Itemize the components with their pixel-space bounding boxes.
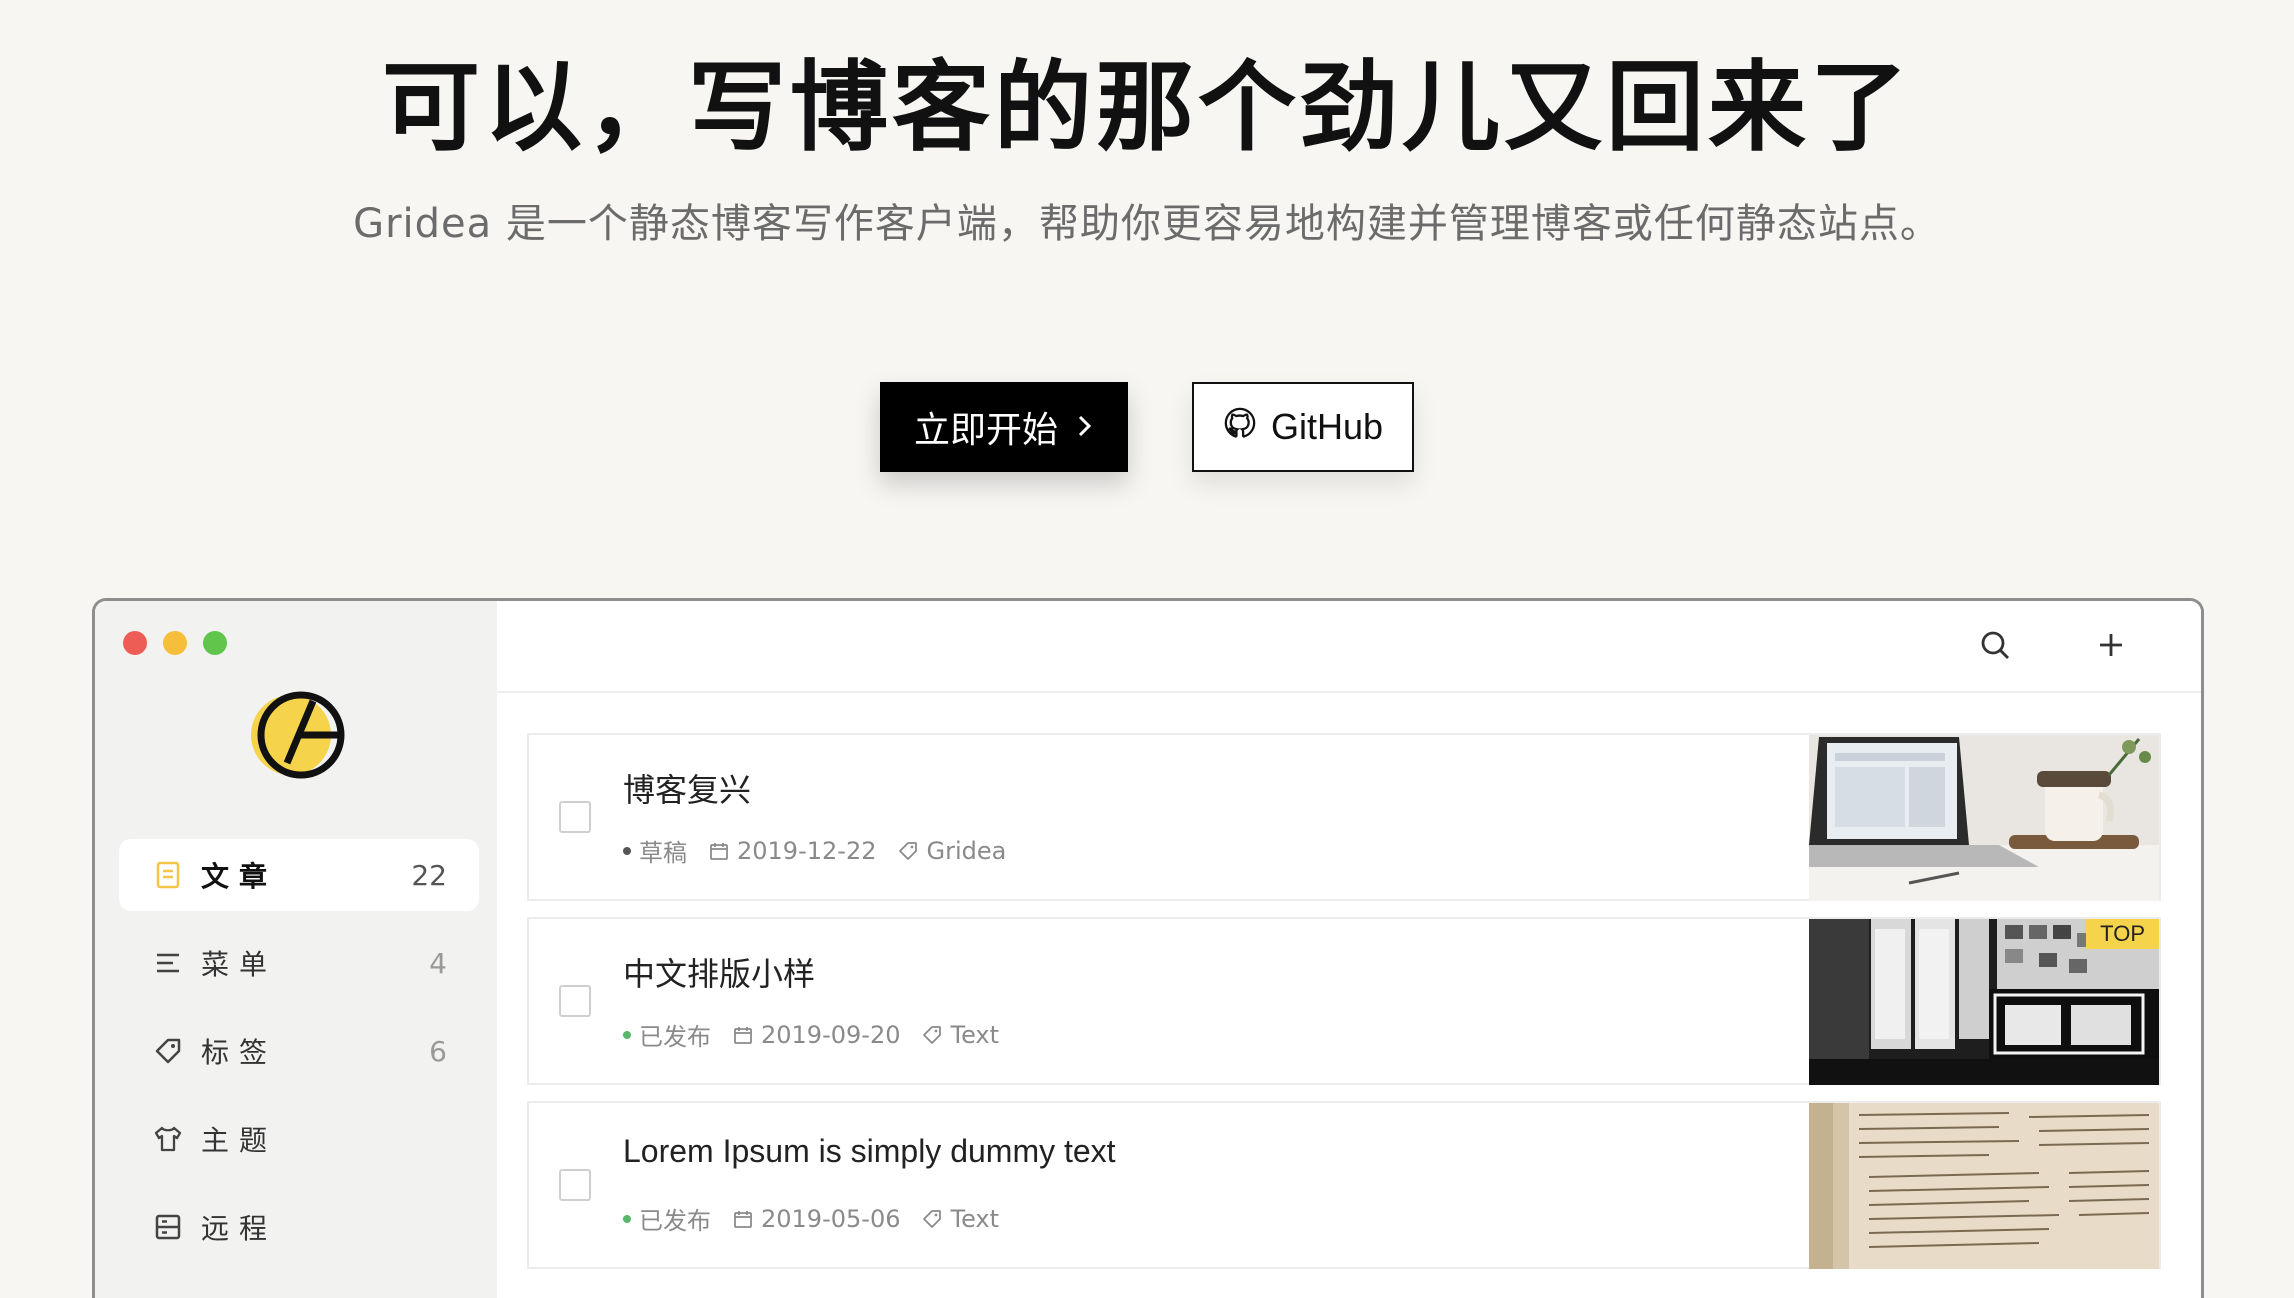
status-dot [623, 846, 631, 855]
top-badge: TOP [2086, 919, 2159, 949]
plus-icon [2097, 631, 2125, 663]
sidebar-item-menu[interactable]: 菜单 4 [119, 927, 479, 999]
sidebar-item-label: 文章 [201, 860, 278, 893]
menu-icon [153, 948, 183, 978]
hero-title: 可以，写博客的那个劲儿又回来了 [381, 51, 1912, 165]
start-button-label: 立即开始 [913, 410, 1058, 451]
post-tag: Text [950, 1204, 1000, 1233]
post-date: 2019-09-20 [761, 1020, 901, 1049]
gridea-logo [247, 683, 351, 787]
hero-subtitle: Gridea 是一个静态博客写作客户端，帮助你更容易地构建并管理博客或任何静态站… [353, 201, 1941, 247]
post-date: 2019-05-06 [761, 1204, 901, 1233]
search-icon [1978, 628, 2012, 666]
post-list-item[interactable]: 中文排版小样 已发布 2019-09-20 Text TOP [527, 917, 2161, 1085]
sidebar-item-articles[interactable]: 文章 22 [119, 839, 479, 911]
start-button[interactable]: 立即开始 [880, 382, 1128, 472]
github-button[interactable]: GitHub [1192, 382, 1414, 472]
sidebar-item-count: 4 [429, 946, 447, 980]
remote-icon [153, 1212, 183, 1242]
post-thumbnail: TOP [1809, 919, 2159, 1085]
post-checkbox[interactable] [559, 1169, 591, 1201]
post-date: 2019-12-22 [737, 836, 877, 865]
status-dot [623, 1030, 631, 1039]
close-window-button[interactable] [123, 631, 147, 655]
post-title: Lorem Ipsum is simply dummy text [623, 1133, 1116, 1169]
article-icon [153, 860, 183, 890]
calendar-icon [710, 842, 728, 860]
post-tag: Text [950, 1020, 1000, 1049]
sidebar-item-remote[interactable]: 远程 [119, 1191, 479, 1263]
search-button[interactable] [1975, 627, 2015, 667]
add-post-button[interactable] [2091, 627, 2131, 667]
post-thumbnail [1809, 735, 2159, 901]
sidebar-item-tags[interactable]: 标签 6 [119, 1015, 479, 1087]
post-meta: 已发布 2019-05-06 Text [623, 1201, 1021, 1236]
post-list-item[interactable]: Lorem Ipsum is simply dummy text 已发布 201… [527, 1101, 2161, 1269]
sidebar: 文章 22 菜单 4 标签 6 主题 远程 [95, 601, 497, 1298]
post-tag: Gridea [926, 836, 1007, 865]
calendar-icon [734, 1210, 752, 1228]
post-status: 已发布 [639, 1023, 711, 1051]
calendar-icon [734, 1026, 752, 1044]
post-list-item[interactable]: 博客复兴 草稿 2019-12-22 Gridea [527, 733, 2161, 901]
app-window: 文章 22 菜单 4 标签 6 主题 远程 博客复兴 草稿 2019-12-22… [92, 598, 2204, 1298]
post-checkbox[interactable] [559, 985, 591, 1017]
minimize-window-button[interactable] [163, 631, 187, 655]
sidebar-item-label: 远程 [201, 1212, 278, 1245]
tag-icon [923, 1209, 942, 1228]
sidebar-item-label: 菜单 [201, 948, 278, 981]
github-button-label: GitHub [1270, 406, 1384, 447]
post-meta: 草稿 2019-12-22 Gridea [623, 833, 1028, 868]
post-meta: 已发布 2019-09-20 Text [623, 1017, 1021, 1052]
post-thumbnail [1809, 1103, 2159, 1269]
post-title: 中文排版小样 [623, 955, 816, 993]
chevron-right-icon [1076, 407, 1094, 448]
status-dot [623, 1214, 631, 1223]
tag-icon [899, 841, 918, 860]
maximize-window-button[interactable] [203, 631, 227, 655]
sidebar-item-label: 主题 [201, 1124, 278, 1157]
tag-icon [923, 1025, 942, 1044]
sidebar-item-count: 22 [411, 858, 447, 892]
shirt-icon [153, 1124, 183, 1154]
post-title: 博客复兴 [623, 771, 752, 809]
github-icon [1223, 406, 1257, 449]
post-status: 已发布 [639, 1207, 711, 1235]
post-status: 草稿 [639, 839, 687, 867]
post-checkbox[interactable] [559, 801, 591, 833]
tag-icon [153, 1036, 183, 1066]
sidebar-item-label: 标签 [201, 1036, 278, 1069]
sidebar-item-theme[interactable]: 主题 [119, 1103, 479, 1175]
sidebar-item-count: 6 [429, 1034, 447, 1068]
toolbar [497, 601, 2201, 693]
main-panel: 博客复兴 草稿 2019-12-22 Gridea 中文排版小样 已发布 201… [497, 601, 2201, 1298]
